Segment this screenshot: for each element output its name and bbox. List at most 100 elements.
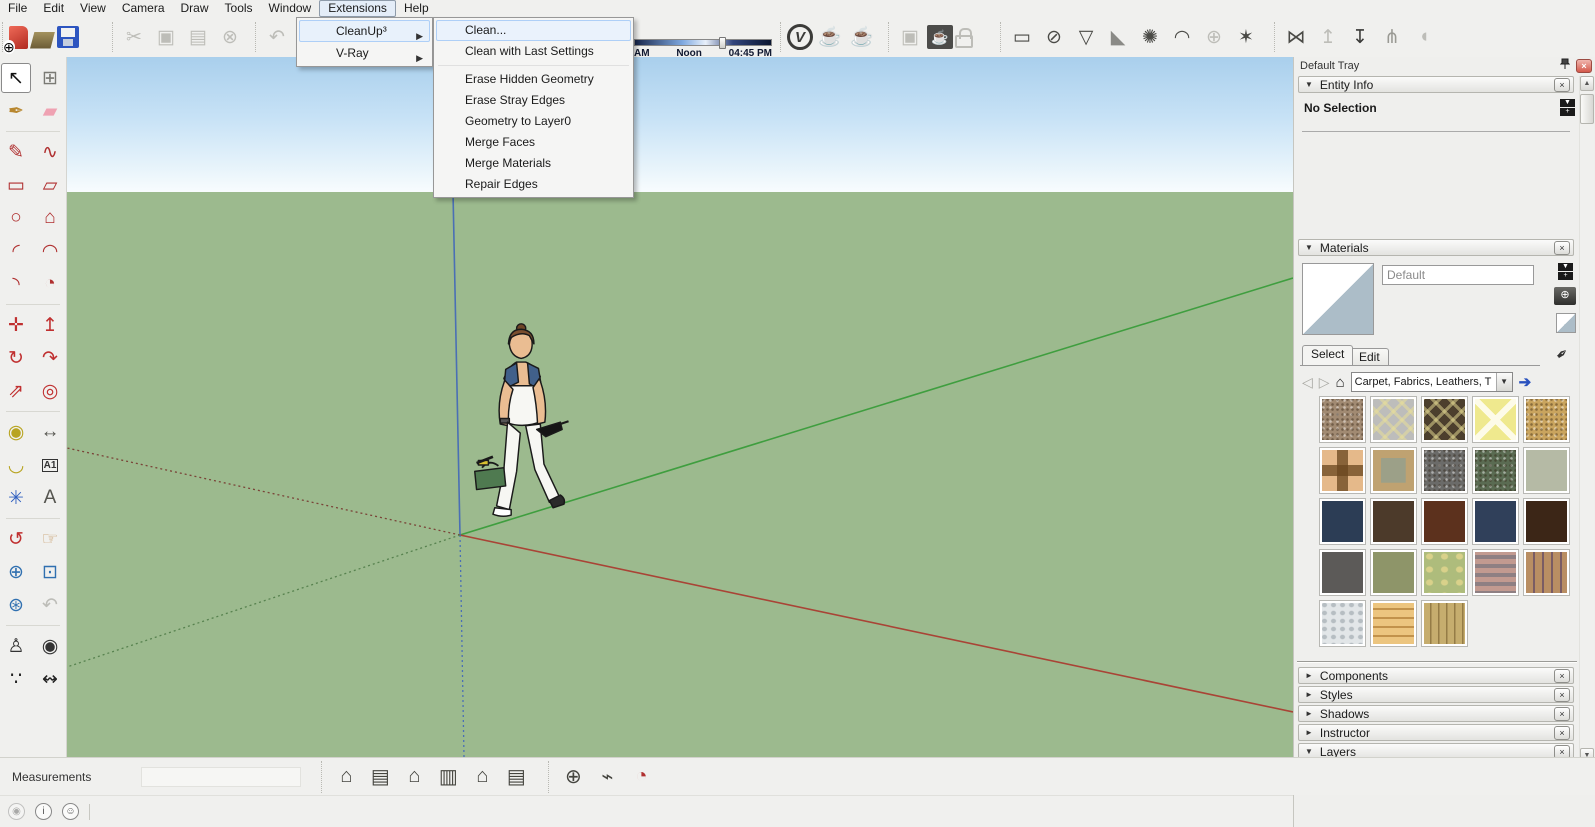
material-swatch-19[interactable]	[1472, 549, 1519, 596]
material-swatch-6[interactable]	[1319, 447, 1366, 494]
menu-window[interactable]: Window	[261, 0, 320, 17]
import-proxy-button[interactable]: ↥	[1313, 22, 1343, 52]
sphere-light-button[interactable]: ⊘	[1039, 22, 1069, 52]
entity-details-icon[interactable]: ▼+	[1560, 99, 1575, 116]
tool-pan[interactable]: ☞	[35, 524, 65, 554]
tool-position-camera[interactable]: ♙	[1, 631, 31, 661]
submenu-item-merge-materials[interactable]: Merge Materials	[436, 153, 631, 174]
pin-icon[interactable]	[1558, 58, 1572, 73]
back-arrow-icon[interactable]: ◁	[1302, 374, 1313, 391]
panel-close-button[interactable]: ×	[1554, 726, 1570, 740]
material-swatch-5[interactable]	[1523, 396, 1570, 443]
tool-rectangle[interactable]: ▭	[1, 170, 31, 200]
export-proxy-button[interactable]: ↧	[1345, 22, 1375, 52]
material-swatch-3[interactable]	[1421, 396, 1468, 443]
infinite-plane-button[interactable]: ⋈	[1281, 22, 1311, 52]
panel-close-button[interactable]: ×	[1554, 688, 1570, 702]
tool-offset[interactable]: ◎	[35, 376, 65, 406]
menu-extensions[interactable]: Extensions	[319, 0, 396, 17]
material-swatch-2[interactable]	[1370, 396, 1417, 443]
shadow-time-slider[interactable]: AM Noon 04:45 PM	[634, 39, 772, 59]
panel-materials[interactable]: ▼ Materials ×	[1298, 239, 1574, 256]
new-button[interactable]	[9, 26, 28, 49]
menu-edit[interactable]: Edit	[35, 0, 72, 17]
clipper-button[interactable]: ◖	[1409, 22, 1439, 52]
submenu-item-erase-hidden-geometry[interactable]: Erase Hidden Geometry	[436, 69, 631, 90]
tool-paint-bucket[interactable]: ✒	[1, 96, 31, 126]
tool-line[interactable]: ✎	[1, 137, 31, 167]
submenu-item-clean[interactable]: Clean...	[436, 20, 631, 41]
collection-dropdown[interactable]: Carpet, Fabrics, Leathers, T ▼	[1351, 372, 1513, 392]
delete-button[interactable]: ⊗	[215, 22, 245, 52]
undo-button[interactable]: ↶	[262, 22, 292, 52]
menu-item-cleanup[interactable]: CleanUp³▶	[299, 20, 430, 42]
tool-walk[interactable]: ∵	[1, 664, 31, 694]
dome-light-button[interactable]: ◠	[1167, 22, 1197, 52]
frame-buffer-button[interactable]: ▣	[895, 22, 925, 52]
submenu-item-clean-with-last-settings[interactable]: Clean with Last Settings	[436, 41, 631, 62]
tool-freehand[interactable]: ∿	[35, 137, 65, 167]
submenu-item-geometry-to-layer0[interactable]: Geometry to Layer0	[436, 111, 631, 132]
tool-text[interactable]: A1	[35, 450, 65, 480]
shadow-slider-handle[interactable]	[719, 37, 726, 49]
tool-rotated-rectangle[interactable]: ▱	[35, 170, 65, 200]
measurements-field[interactable]	[141, 767, 301, 787]
view-iso-button[interactable]: ⌂	[330, 762, 362, 792]
scroll-up-icon[interactable]: ▲	[1580, 76, 1594, 91]
view-left-button[interactable]: ▤	[500, 762, 532, 792]
material-name-field[interactable]	[1382, 265, 1534, 285]
person-figure[interactable]	[457, 322, 589, 536]
paste-button[interactable]: ▤	[183, 22, 213, 52]
open-button[interactable]	[30, 32, 55, 49]
panel-entity-info[interactable]: ▼ Entity Info ×	[1298, 76, 1574, 93]
eyedropper-icon[interactable]: ✒	[1552, 343, 1573, 365]
tool-scale[interactable]: ⇗	[1, 376, 31, 406]
tool-tape-measure[interactable]: ◉	[1, 417, 31, 447]
vray-asset-editor-button[interactable]: V	[787, 24, 813, 50]
credits-info-icon[interactable]: i	[35, 803, 52, 820]
tool-zoom[interactable]: ⊕	[1, 557, 31, 587]
material-swatch-8[interactable]	[1421, 447, 1468, 494]
omni-light-button[interactable]: ✺	[1135, 22, 1165, 52]
tool-follow-me[interactable]: ↷	[35, 343, 65, 373]
shadow-slider-track[interactable]	[634, 39, 772, 46]
materials-details-icon[interactable]: ▼+	[1558, 263, 1573, 280]
tool-3d-text[interactable]: A	[35, 483, 65, 513]
sun-light-button[interactable]: ✶	[1231, 22, 1261, 52]
tool-axes[interactable]: ✳	[1, 483, 31, 513]
tool-rotate[interactable]: ↻	[1, 343, 31, 373]
ies-light-button[interactable]: ◣	[1103, 22, 1133, 52]
menu-view[interactable]: View	[72, 0, 114, 17]
menu-item-v-ray[interactable]: V-Ray▶	[299, 42, 430, 64]
material-swatch-13[interactable]	[1421, 498, 1468, 545]
view-right-button[interactable]: ▥	[432, 762, 464, 792]
material-swatch-17[interactable]	[1370, 549, 1417, 596]
material-swatch-1[interactable]	[1319, 396, 1366, 443]
tab-select[interactable]: Select	[1302, 345, 1353, 365]
material-swatch-4[interactable]	[1472, 396, 1519, 443]
material-swatch-23[interactable]	[1421, 600, 1468, 647]
material-swatch-18[interactable]	[1421, 549, 1468, 596]
cut-button[interactable]: ✂	[119, 22, 149, 52]
home-icon[interactable]: ⌂	[1336, 374, 1345, 391]
tool-turn-tool[interactable]: ↭	[35, 664, 65, 694]
menu-tools[interactable]: Tools	[217, 0, 261, 17]
tool-circle[interactable]: ○	[1, 203, 31, 233]
submenu-item-merge-faces[interactable]: Merge Faces	[436, 132, 631, 153]
tool-move[interactable]: ✛	[1, 310, 31, 340]
materials-close-button[interactable]: ×	[1554, 241, 1570, 255]
tool-look-around[interactable]: ◉	[35, 631, 65, 661]
material-swatch-7[interactable]	[1370, 447, 1417, 494]
tool-zoom-extents[interactable]: ⊛	[1, 590, 31, 620]
rectangle-light-button[interactable]: ▭	[1007, 22, 1037, 52]
fur-button[interactable]: ⋔	[1377, 22, 1407, 52]
material-swatch-20[interactable]	[1523, 549, 1570, 596]
tool-eraser[interactable]: ▰	[35, 96, 65, 126]
tool-dimension[interactable]: ↔	[35, 417, 65, 447]
frame-buffer-teapot-button[interactable]: ☕	[927, 25, 953, 49]
view-back-button[interactable]: ⌂	[466, 762, 498, 792]
copy-button[interactable]: ▣	[151, 22, 181, 52]
scrollbar-thumb[interactable]	[1580, 94, 1594, 124]
panel-components[interactable]: ►Components×	[1298, 667, 1574, 684]
tool-zoom-window[interactable]: ⊡	[35, 557, 65, 587]
